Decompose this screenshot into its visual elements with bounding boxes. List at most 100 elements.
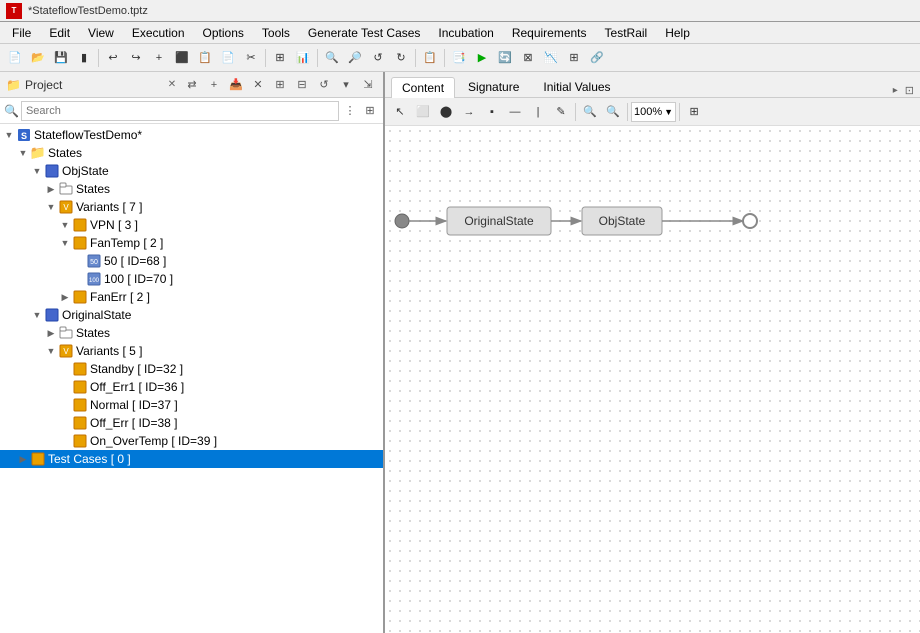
expander-objstate-states[interactable]: ▶ [44,184,58,195]
menu-requirements[interactable]: Requirements [504,24,595,42]
tab-signature[interactable]: Signature [457,76,530,97]
toolbar-icon11[interactable]: ✂ [240,47,262,69]
rt-grid-btn[interactable]: ⊞ [683,101,705,123]
toolbar-icon17[interactable]: 📋 [419,47,441,69]
tree-item-offerr[interactable]: ▶ Off_Err [ ID=38 ] [0,414,383,432]
rt-btn8[interactable]: ✎ [550,101,572,123]
tree-item-offerr1[interactable]: ▶ Off_Err1 [ ID=36 ] [0,378,383,396]
toolbar-icon9[interactable]: 📋 [194,47,216,69]
rt-btn7[interactable]: | [527,101,549,123]
tree-item-50[interactable]: ▶ 50 50 [ ID=68 ] [0,252,383,270]
panel-delete-btn[interactable]: ✕ [249,76,267,94]
toolbar-add[interactable]: + [148,47,170,69]
tab-content[interactable]: Content [391,77,455,98]
expander-origstate-states[interactable]: ▶ [44,328,58,339]
rt-zoom-in[interactable]: 🔍 [579,101,601,123]
panel-expand-btn[interactable]: ⇲ [359,76,377,94]
undo-button[interactable]: ↩ [102,47,124,69]
toolbar-icon12[interactable]: ⊞ [269,47,291,69]
tab-maximize-icon[interactable]: ⊡ [905,84,914,97]
menu-help[interactable]: Help [657,24,698,42]
menu-generate[interactable]: Generate Test Cases [300,24,429,42]
toolbar-icon16[interactable]: ↻ [390,47,412,69]
rt-zoom-out[interactable]: 🔍 [602,101,624,123]
tree-item-vpn[interactable]: ▼ VPN [ 3 ] [0,216,383,234]
tree-item-variants5[interactable]: ▼ V Variants [ 5 ] [0,342,383,360]
expander-originalstate[interactable]: ▼ [30,310,44,320]
panel-import-btn[interactable]: 📥 [227,76,245,94]
expander-states-folder[interactable]: ▼ [16,148,30,158]
rt-btn1[interactable]: ↖ [389,101,411,123]
expander-testcases[interactable]: ▶ [16,454,30,465]
rt-btn3[interactable]: ⬤ [435,101,457,123]
tree-item-objstate-states[interactable]: ▶ States [0,180,383,198]
menu-tools[interactable]: Tools [254,24,298,42]
rt-btn4[interactable]: → [458,101,480,123]
open-button[interactable]: 📂 [27,47,49,69]
panel-refresh-btn[interactable]: ↺ [315,76,333,94]
panel-icon5[interactable]: ⊞ [271,76,289,94]
toolbar-icon19[interactable]: ▶ [471,47,493,69]
tab-initial-values[interactable]: Initial Values [532,76,621,97]
tree-item-states-folder[interactable]: ▼ 📁 States [0,144,383,162]
toolbar-icon22[interactable]: 📉 [540,47,562,69]
toolbar-icon23[interactable]: ⊞ [563,47,585,69]
toolbar-icon24[interactable]: 🔗 [586,47,608,69]
menu-file[interactable]: File [4,24,39,42]
expander-fanerr[interactable]: ▶ [58,292,72,303]
new-button[interactable]: 📄 [4,47,26,69]
tree-item-root[interactable]: ▼ S StateflowTestDemo* [0,126,383,144]
menu-testrail[interactable]: TestRail [597,24,656,42]
expander-variants5[interactable]: ▼ [44,346,58,356]
tree-item-originalstate[interactable]: ▼ OriginalState [0,306,383,324]
search-input[interactable] [21,101,339,121]
toolbar-icon18[interactable]: 📑 [448,47,470,69]
menu-execution[interactable]: Execution [124,24,193,42]
tree-item-testcases[interactable]: ▶ Test Cases [ 0 ] [0,450,383,468]
menu-view[interactable]: View [80,24,122,42]
tree-item-normal[interactable]: ▶ Normal [ ID=37 ] [0,396,383,414]
rt-btn6[interactable]: — [504,101,526,123]
panel-sync-btn[interactable]: ⇄ [183,76,201,94]
icon-variants5: V [58,343,74,359]
expander-objstate[interactable]: ▼ [30,166,44,176]
search-options-btn[interactable]: ⋮ [341,102,359,120]
expander-fantemp[interactable]: ▼ [58,238,72,248]
tree-item-onovertemp[interactable]: ▶ On_OverTemp [ ID=39 ] [0,432,383,450]
tree-item-variants7[interactable]: ▼ V Variants [ 7 ] [0,198,383,216]
panel-icon6[interactable]: ⊟ [293,76,311,94]
expander-variants7[interactable]: ▼ [44,202,58,212]
panel-dropdown-btn[interactable]: ▾ [337,76,355,94]
panel-new-btn[interactable]: + [205,76,223,94]
save-button[interactable]: 💾 [50,47,72,69]
toolbar-icon21[interactable]: ⊠ [517,47,539,69]
rt-btn2[interactable]: ⬜ [412,101,434,123]
diagram-canvas[interactable]: OriginalState ObjState [385,126,920,633]
tree-item-fantemp[interactable]: ▼ FanTemp [ 2 ] [0,234,383,252]
redo-button[interactable]: ↪ [125,47,147,69]
search-filter-btn[interactable]: ⊞ [361,102,379,120]
toolbar-icon4[interactable]: ▮ [73,47,95,69]
tree-item-fanerr[interactable]: ▶ FanErr [ 2 ] [0,288,383,306]
project-panel-close[interactable]: ✕ [165,78,179,92]
menu-incubation[interactable]: Incubation [430,24,501,42]
menu-options[interactable]: Options [195,24,252,42]
tree-item-100[interactable]: ▶ 100 100 [ ID=70 ] [0,270,383,288]
tree-item-objstate[interactable]: ▼ ObjState [0,162,383,180]
menu-edit[interactable]: Edit [41,24,78,42]
toolbar-icon10[interactable]: 📄 [217,47,239,69]
zoom-out-button[interactable]: 🔎 [344,47,366,69]
toolbar-icon13[interactable]: 📊 [292,47,314,69]
toolbar-refresh[interactable]: ↺ [367,47,389,69]
tree-item-standby[interactable]: ▶ Standby [ ID=32 ] [0,360,383,378]
tab-arrow-icon[interactable]: ▸ [890,85,901,96]
expander-root[interactable]: ▼ [2,130,16,140]
rt-btn5[interactable]: ▪ [481,101,503,123]
expander-vpn[interactable]: ▼ [58,220,72,230]
tree-item-origstate-states[interactable]: ▶ States [0,324,383,342]
zoom-in-button[interactable]: 🔍 [321,47,343,69]
toolbar-icon20[interactable]: 🔄 [494,47,516,69]
tree-label-origstate-states: States [76,326,110,340]
toolbar-icon8[interactable]: ⬛ [171,47,193,69]
zoom-dropdown[interactable]: 100% ▼ [631,102,676,122]
